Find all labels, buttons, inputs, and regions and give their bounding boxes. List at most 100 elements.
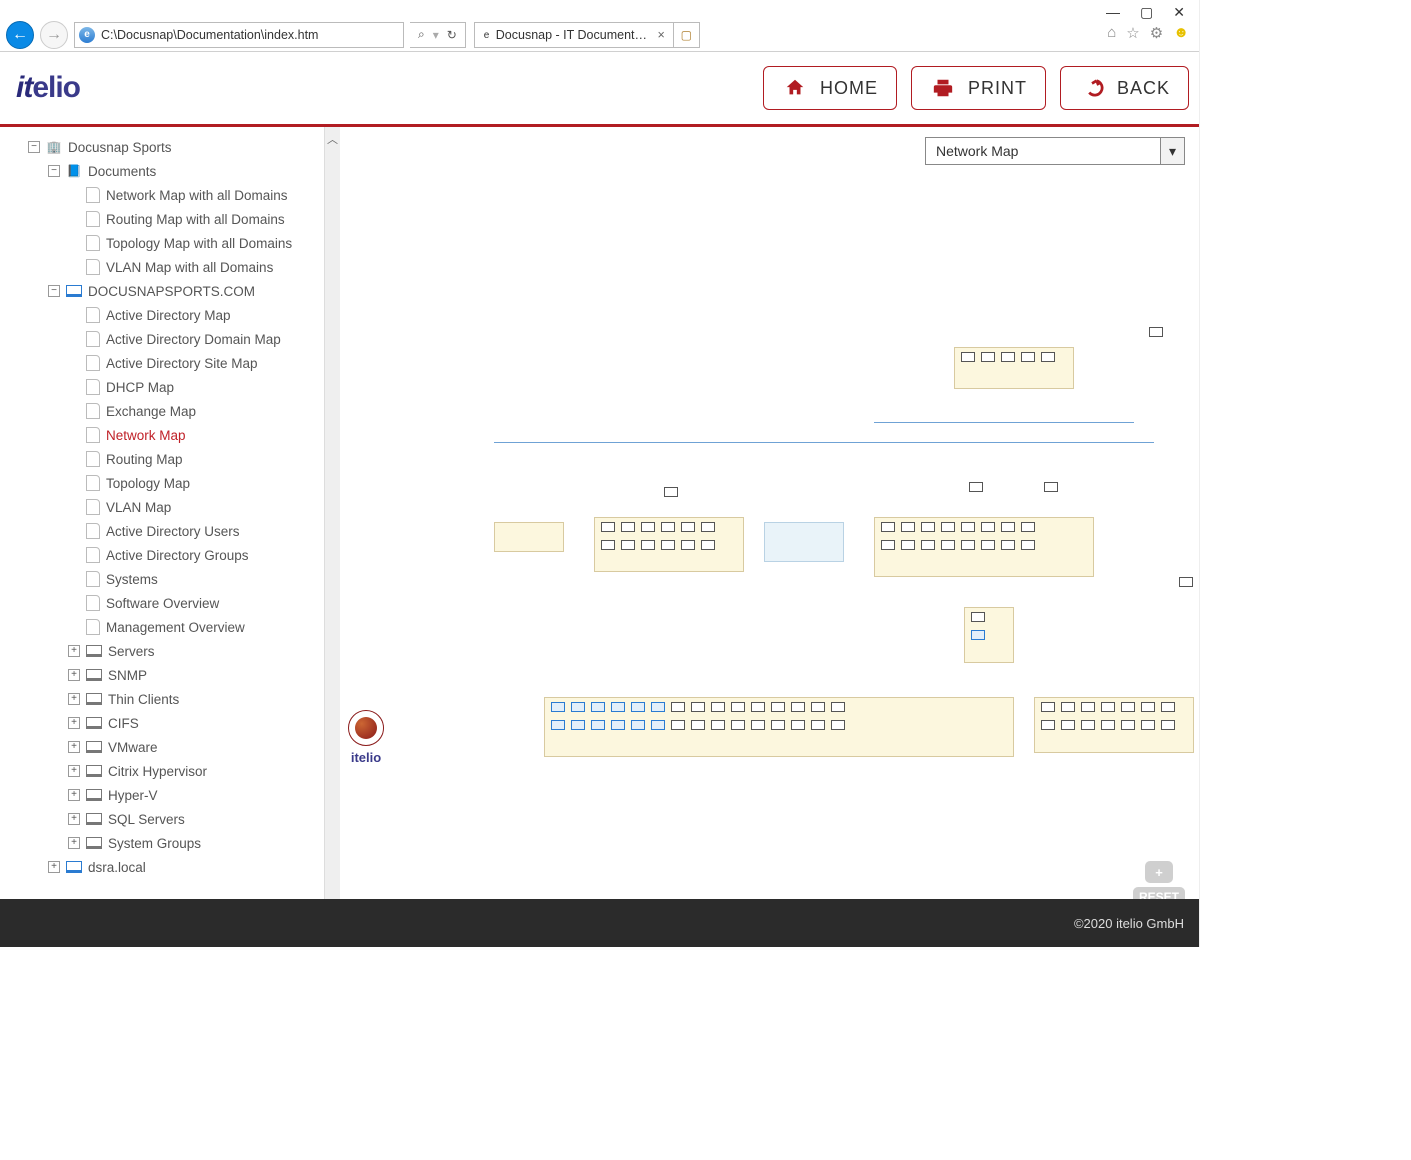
tree-item[interactable]: VLAN Map with all Domains	[10, 255, 340, 279]
tree-item[interactable]: Active Directory Users	[10, 519, 340, 543]
expand-icon[interactable]: +	[68, 837, 80, 849]
back-button[interactable]: BACK	[1060, 66, 1189, 110]
zoom-in-button[interactable]: +	[1145, 861, 1173, 883]
monitor-icon	[86, 741, 102, 753]
map-cluster[interactable]	[874, 517, 1094, 577]
map-brand-label: itelio	[351, 750, 381, 765]
tree-item[interactable]: Active Directory Site Map	[10, 351, 340, 375]
window-maximize[interactable]: ▢	[1140, 4, 1153, 21]
tree-item[interactable]: Topology Map	[10, 471, 340, 495]
map-device[interactable]	[1044, 482, 1058, 492]
expand-icon[interactable]: +	[68, 693, 80, 705]
print-button[interactable]: PRINT	[911, 66, 1046, 110]
tree-item[interactable]: Active Directory Domain Map	[10, 327, 340, 351]
tree-item[interactable]: +Servers	[10, 639, 340, 663]
ie-logo-icon: e	[484, 29, 490, 40]
tree-item[interactable]: + Thin Clients	[10, 687, 340, 711]
map-device[interactable]	[664, 487, 678, 497]
map-cluster[interactable]	[964, 607, 1014, 663]
page-icon	[86, 331, 100, 347]
map-cluster[interactable]	[954, 347, 1074, 389]
tree-item[interactable]: Exchange Map	[10, 399, 340, 423]
tree-item[interactable]: Topology Map with all Domains	[10, 231, 340, 255]
search-icon[interactable]: ⌕	[418, 27, 425, 42]
tree-item[interactable]: +Citrix Hypervisor	[10, 759, 340, 783]
expand-icon[interactable]: +	[68, 669, 80, 681]
tree-documents[interactable]: − Documents	[10, 159, 340, 183]
map-cluster[interactable]	[494, 522, 564, 552]
tree-item[interactable]: DHCP Map	[10, 375, 340, 399]
monitor-icon	[66, 285, 82, 297]
map-cluster[interactable]	[544, 697, 1014, 757]
tree-item[interactable]: Network Map	[10, 423, 340, 447]
tree-item[interactable]: Systems	[10, 567, 340, 591]
map-device[interactable]	[1149, 327, 1163, 337]
tree-item[interactable]: Software Overview	[10, 591, 340, 615]
tree-item[interactable]: Network Map with all Domains	[10, 183, 340, 207]
expand-icon[interactable]: +	[68, 717, 80, 729]
map-cluster[interactable]	[764, 522, 844, 562]
tree-label: Routing Map with all Domains	[106, 212, 285, 227]
tree-item[interactable]: +System Groups	[10, 831, 340, 855]
page-icon	[86, 451, 100, 467]
browser-back-button[interactable]: ←	[6, 21, 34, 49]
navigation-tree[interactable]: − Docusnap Sports − Documents Network Ma…	[0, 127, 340, 887]
tree-item[interactable]: Active Directory Groups	[10, 543, 340, 567]
settings-icon[interactable]: ⚙	[1150, 24, 1163, 42]
tree-scrollbar[interactable]: ︿ ﹀	[324, 127, 340, 947]
tree-item[interactable]: Management Overview	[10, 615, 340, 639]
collapse-icon[interactable]: −	[28, 141, 40, 153]
tree-label: Active Directory Domain Map	[106, 332, 281, 347]
tree-label: Thin Clients	[108, 692, 179, 707]
tree-domain[interactable]: − DOCUSNAPSPORTS.COM	[10, 279, 340, 303]
browser-tab[interactable]: e Docusnap - IT Documentati... ×	[474, 22, 674, 48]
view-selector[interactable]: Network Map ▾	[925, 137, 1185, 165]
map-device[interactable]	[1179, 577, 1193, 587]
page-icon	[86, 403, 100, 419]
new-tab-button[interactable]: ▢	[674, 22, 700, 48]
map-cluster[interactable]	[594, 517, 744, 572]
address-bar[interactable]: e C:\Docusnap\Documentation\index.htm	[74, 22, 404, 48]
home-button[interactable]: HOME	[763, 66, 897, 110]
collapse-icon[interactable]: −	[48, 285, 60, 297]
window-close[interactable]: ✕	[1173, 4, 1185, 21]
feedback-icon[interactable]: ☻	[1173, 24, 1189, 42]
tree-item[interactable]: +CIFS	[10, 711, 340, 735]
page-icon	[86, 235, 100, 251]
expand-icon[interactable]: +	[68, 789, 80, 801]
tree-label: Documents	[88, 164, 156, 179]
dropdown-icon[interactable]: ▾	[1160, 138, 1184, 164]
page-icon	[86, 259, 100, 275]
tree-item[interactable]: +SQL Servers	[10, 807, 340, 831]
tree-label: Active Directory Users	[106, 524, 240, 539]
collapse-icon[interactable]: −	[48, 165, 60, 177]
tree-item[interactable]: +VMware	[10, 735, 340, 759]
tree-item[interactable]: +Hyper-V	[10, 783, 340, 807]
network-map-canvas[interactable]: itelio	[344, 217, 1191, 777]
tree-item[interactable]: + SNMP	[10, 663, 340, 687]
page-icon	[86, 427, 100, 443]
tree-label: SNMP	[108, 668, 147, 683]
tree-item[interactable]: Routing Map	[10, 447, 340, 471]
expand-icon[interactable]: +	[48, 861, 60, 873]
window-minimize[interactable]: —	[1106, 4, 1120, 21]
tree-root[interactable]: − Docusnap Sports	[10, 135, 340, 159]
scroll-up-icon[interactable]: ︿	[327, 131, 338, 147]
home-icon[interactable]: ⌂	[1107, 24, 1116, 42]
address-actions: ⌕ ▾ ↻	[410, 22, 466, 48]
expand-icon[interactable]: +	[68, 741, 80, 753]
map-device[interactable]	[969, 482, 983, 492]
refresh-icon[interactable]: ↻	[447, 28, 457, 42]
expand-icon[interactable]: +	[68, 765, 80, 777]
browser-forward-button[interactable]: →	[40, 21, 68, 49]
tab-close-icon[interactable]: ×	[658, 28, 665, 42]
tree-item[interactable]: VLAN Map	[10, 495, 340, 519]
expand-icon[interactable]: +	[68, 645, 80, 657]
tree-item[interactable]: Active Directory Map	[10, 303, 340, 327]
tree-other-domain[interactable]: + dsra.local	[10, 855, 340, 879]
print-label: PRINT	[968, 78, 1027, 99]
tree-item[interactable]: Routing Map with all Domains	[10, 207, 340, 231]
map-cluster[interactable]	[1034, 697, 1194, 753]
favorites-icon[interactable]: ☆	[1126, 24, 1139, 42]
expand-icon[interactable]: +	[68, 813, 80, 825]
